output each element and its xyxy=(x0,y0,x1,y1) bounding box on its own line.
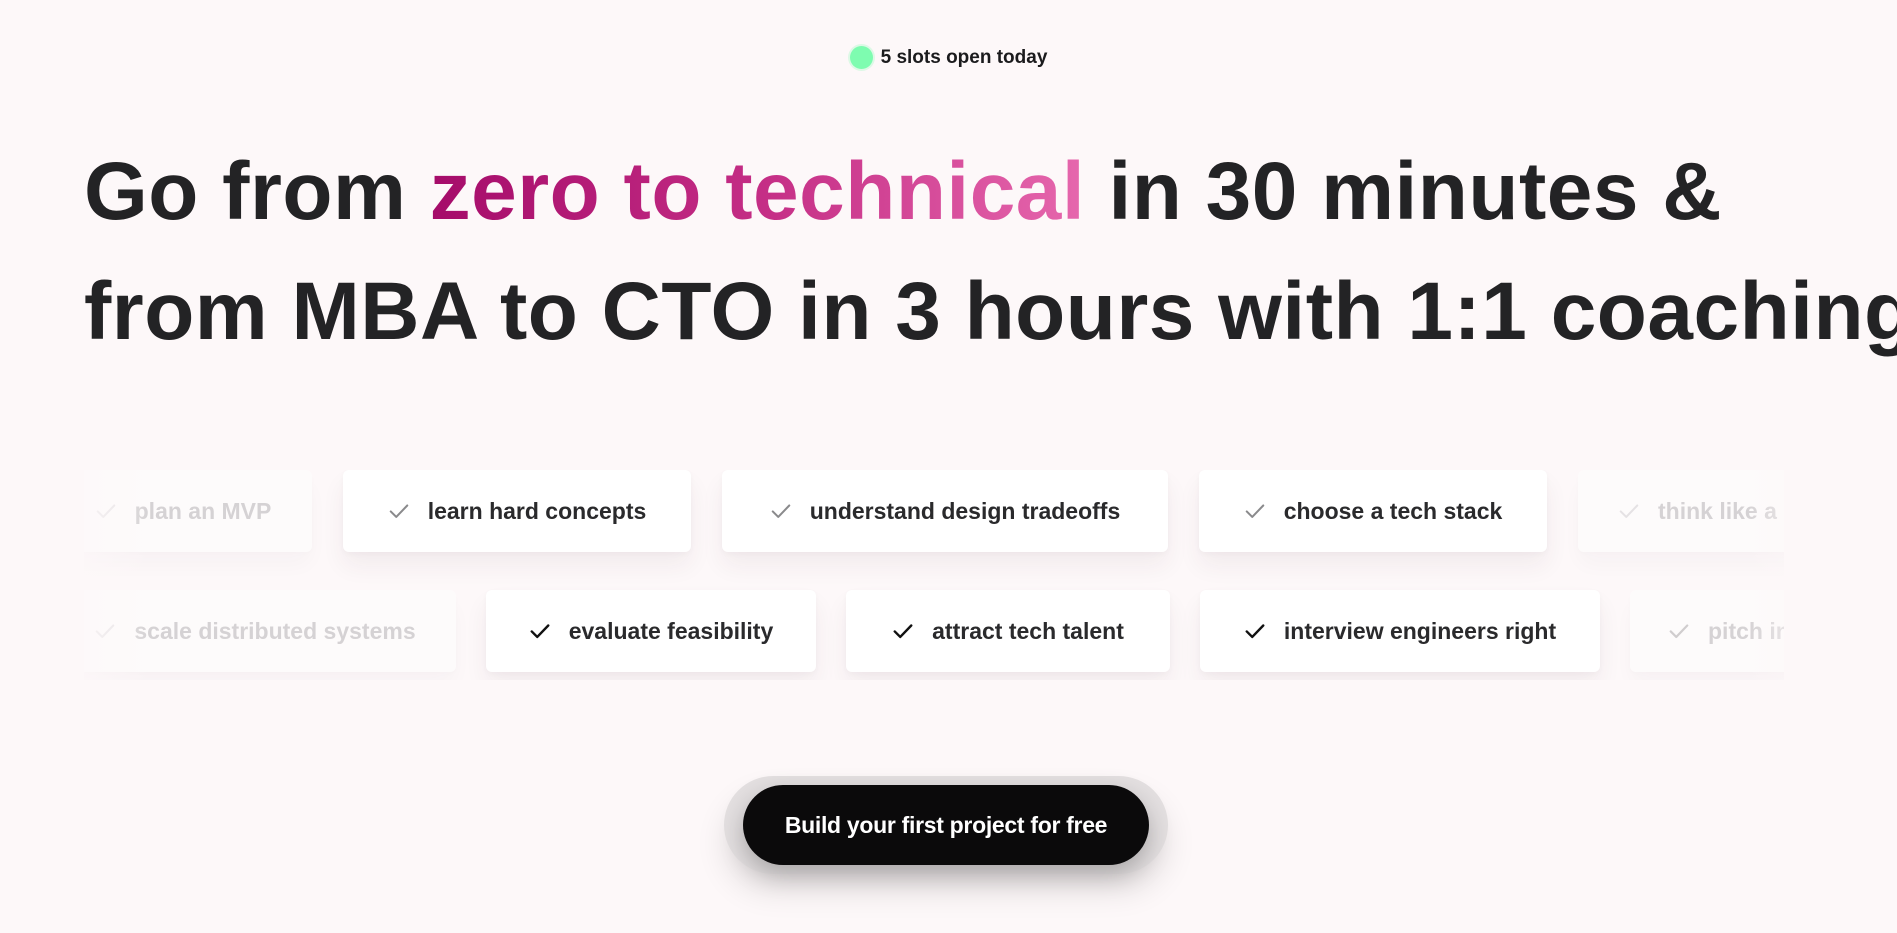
headline-line-1: Go from zero to technical in 30 minutes … xyxy=(84,146,1722,237)
landing-page: 5 slots open today Go from zero to techn… xyxy=(0,0,1897,933)
skill-chip-label: interview engineers right xyxy=(1283,617,1557,644)
check-icon xyxy=(95,500,117,522)
check-icon xyxy=(1618,500,1640,522)
skill-chip-label: understand design tradeoffs xyxy=(809,497,1121,524)
check-icon xyxy=(1244,500,1266,522)
hero-headline: Go from zero to technical in 30 minutes … xyxy=(84,132,1897,372)
skill-chip: plan an MVP xyxy=(84,470,312,552)
headline-accent: zero to technical xyxy=(429,146,1086,237)
skill-chip-label: attract tech talent xyxy=(932,617,1124,644)
check-icon xyxy=(94,620,116,642)
check-icon xyxy=(388,500,410,522)
skill-chip-label: learn hard concepts xyxy=(427,497,647,524)
status-indicator-dot xyxy=(849,46,873,69)
cta-container: Build your first project for free xyxy=(724,776,1168,874)
skill-chip: understand design tradeoffs xyxy=(722,470,1168,552)
skill-chip-label: pitch in xyxy=(1708,617,1784,644)
skill-chip: learn hard concepts xyxy=(343,470,691,552)
headline-part-2: in 30 minutes & xyxy=(1085,146,1723,237)
check-icon xyxy=(529,620,551,642)
skill-chip: choose a tech stack xyxy=(1199,470,1547,552)
build-first-project-button[interactable]: Build your first project for free xyxy=(743,785,1149,865)
slots-status: 5 slots open today xyxy=(0,46,1897,69)
skill-chip-label: plan an MVP xyxy=(134,497,272,524)
skill-chip-label: choose a tech stack xyxy=(1283,497,1503,524)
skill-chip: attract tech talent xyxy=(846,590,1170,672)
skills-marquee: plan an MVP learn hard concepts understa… xyxy=(84,470,1784,680)
skill-chip-label: think like a xyxy=(1658,497,1777,524)
skill-chip: evaluate feasibility xyxy=(486,590,816,672)
skill-chip: interview engineers right xyxy=(1200,590,1600,672)
skill-chip: pitch in xyxy=(1630,590,1784,672)
skill-chip: scale distributed systems xyxy=(84,590,456,672)
skill-chip-label: scale distributed systems xyxy=(134,617,416,644)
check-icon xyxy=(770,500,792,522)
headline-line-2: from MBA to CTO in 3 hours with 1:1 coac… xyxy=(84,266,1897,357)
check-icon xyxy=(1244,620,1266,642)
check-icon xyxy=(892,620,914,642)
slots-status-text: 5 slots open today xyxy=(880,46,1048,68)
skill-chip: think like a xyxy=(1578,470,1784,552)
headline-part-1: Go from xyxy=(84,146,430,237)
check-icon xyxy=(1668,620,1690,642)
skill-chip-label: evaluate feasibility xyxy=(568,617,774,644)
